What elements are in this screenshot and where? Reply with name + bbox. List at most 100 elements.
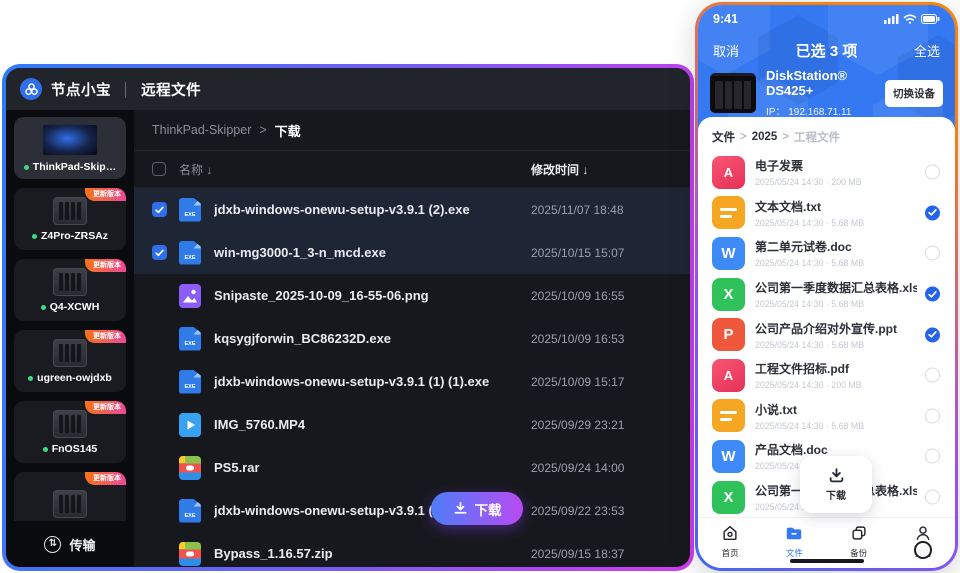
file-row[interactable]: Bypass_1.16.57.zip 2025/09/15 18:37 bbox=[134, 532, 690, 567]
selection-circle[interactable] bbox=[925, 287, 940, 302]
exe-file-icon: EXE bbox=[179, 327, 201, 351]
folder-icon bbox=[785, 524, 803, 544]
exe-file-icon: EXE bbox=[179, 241, 201, 265]
file-meta: 2025/05/24 14:30 · 5.68 MB bbox=[755, 218, 864, 228]
file-name: 文本文档.txt bbox=[755, 198, 864, 215]
pdf-file-icon: A bbox=[712, 156, 745, 189]
file-name: Snipaste_2025-10-09_16-55-06.png bbox=[214, 288, 429, 303]
device-thumbnail bbox=[53, 339, 87, 367]
time-column-header[interactable]: 修改时间 ↓ bbox=[531, 161, 588, 178]
cancel-button[interactable]: 取消 bbox=[713, 41, 757, 60]
selection-circle[interactable] bbox=[925, 165, 940, 180]
breadcrumb-separator: > bbox=[782, 131, 789, 143]
switch-device-button[interactable]: 切换设备 bbox=[885, 80, 943, 107]
exe-file-icon: EXE bbox=[179, 198, 201, 222]
file-modified-time: 2025/10/09 16:55 bbox=[531, 289, 624, 303]
phone-file-item[interactable]: P 公司产品介绍对外宣传.ppt 2025/05/24 14:30 · 5.68… bbox=[712, 314, 941, 355]
file-row[interactable]: EXE jdxb-windows-onewu-setup-v3.9.1 (1) … bbox=[134, 360, 690, 403]
breadcrumb-separator: > bbox=[259, 123, 266, 137]
download-button[interactable]: 下载 bbox=[431, 492, 523, 525]
file-meta: 2025/05/24 14:30 · 5.68 MB bbox=[755, 258, 864, 268]
phone-status-bar: 9:41 bbox=[698, 12, 955, 26]
file-row[interactable]: EXE kqsygjforwin_BC86232D.exe 2025/10/09… bbox=[134, 317, 690, 360]
sidebar-device-card[interactable]: 更新版本 FnOS145 bbox=[14, 401, 126, 463]
floating-download-label: 下载 bbox=[826, 487, 846, 502]
selection-circle[interactable] bbox=[925, 408, 940, 423]
nas-device-image bbox=[710, 73, 756, 113]
device-name: ugreen-owjdxb bbox=[37, 372, 112, 384]
update-version-badge: 更新版本 bbox=[85, 259, 126, 272]
phone-file-item[interactable]: A 工程文件招标.pdf 2025/05/24 14:30 · 200 MB bbox=[712, 355, 941, 396]
desktop-app-window: 节点小宝 │ 远程文件 ThinkPad-Skip… 更新版本 Z4Pro-ZR… bbox=[2, 64, 694, 571]
online-dot-icon bbox=[24, 165, 29, 170]
file-row[interactable]: PS5.rar 2025/09/24 14:00 bbox=[134, 446, 690, 489]
phone-breadcrumb-item[interactable]: 2025 bbox=[752, 131, 778, 143]
selection-circle[interactable] bbox=[925, 327, 940, 342]
device-name: FnOS145 bbox=[52, 443, 98, 455]
file-modified-time: 2025/09/15 18:37 bbox=[531, 547, 624, 561]
phone-file-item[interactable]: A 电子发票 2025/05/24 14:30 · 200 MB bbox=[712, 152, 941, 193]
breadcrumb-separator: > bbox=[740, 131, 747, 143]
sidebar-item-transfer[interactable]: ⇅ 传输 bbox=[6, 521, 134, 567]
phone-file-item[interactable]: X 公司第一季度数据汇总表格.xls 2025/05/24 14:30 · 5.… bbox=[712, 274, 941, 315]
check-icon bbox=[155, 249, 164, 257]
update-version-badge: 更新版本 bbox=[85, 401, 126, 414]
file-name: 第二单元试卷.doc bbox=[755, 238, 864, 255]
selection-circle[interactable] bbox=[925, 205, 940, 220]
file-name: 小说.txt bbox=[755, 401, 864, 418]
file-modified-time: 2025/09/24 14:00 bbox=[531, 461, 624, 475]
file-modified-time: 2025/10/09 15:17 bbox=[531, 375, 624, 389]
file-row[interactable]: IMG_5760.MP4 2025/09/29 23:21 bbox=[134, 403, 690, 446]
file-modified-time: 2025/09/29 23:21 bbox=[531, 418, 624, 432]
file-modified-time: 2025/11/07 18:48 bbox=[531, 203, 624, 217]
name-column-header[interactable]: 名称 ↓ bbox=[179, 161, 212, 178]
file-row[interactable]: EXE win-mg3000-1_3-n_mcd.exe 2025/10/15 … bbox=[134, 231, 690, 274]
file-name: IMG_5760.MP4 bbox=[214, 417, 305, 432]
mp4-file-icon bbox=[179, 413, 201, 437]
phone-file-item[interactable]: 文本文档.txt 2025/05/24 14:30 · 5.68 MB bbox=[712, 193, 941, 234]
check-icon bbox=[155, 206, 164, 214]
txt-file-icon bbox=[712, 399, 745, 432]
sidebar-device-card[interactable]: 更新版本 ugreen-owjdxb bbox=[14, 330, 126, 392]
sidebar-device-card[interactable]: ThinkPad-Skip… bbox=[14, 117, 126, 179]
file-name: PS5.rar bbox=[214, 460, 260, 475]
selection-circle[interactable] bbox=[925, 246, 940, 261]
breadcrumb: ThinkPad-Skipper > 下载 bbox=[134, 110, 690, 150]
ppt-file-icon: P bbox=[712, 318, 745, 351]
selection-circle[interactable] bbox=[925, 449, 940, 464]
file-name: kqsygjforwin_BC86232D.exe bbox=[214, 331, 391, 346]
selection-circle[interactable] bbox=[925, 368, 940, 383]
transfer-label: 传输 bbox=[69, 535, 95, 554]
file-row[interactable]: EXE jdxb-windows-onewu-setup-v3.9.1 (1).… bbox=[134, 489, 690, 532]
select-all-checkbox[interactable] bbox=[152, 162, 166, 176]
xls-file-icon: X bbox=[712, 481, 745, 514]
file-row[interactable]: EXE jdxb-windows-onewu-setup-v3.9.1 (2).… bbox=[134, 188, 690, 231]
row-checkbox[interactable] bbox=[152, 245, 167, 260]
doc-file-icon: W bbox=[712, 237, 745, 270]
file-name: 公司第一季度数据汇总表格.xls bbox=[755, 279, 917, 296]
floating-download-button[interactable]: 下载 bbox=[800, 456, 872, 513]
phone-file-item[interactable]: W 第二单元试卷.doc 2025/05/24 14:30 · 5.68 MB bbox=[712, 233, 941, 274]
online-dot-icon bbox=[43, 447, 48, 452]
signal-icon bbox=[884, 14, 899, 24]
row-checkbox[interactable] bbox=[152, 202, 167, 217]
phone-breadcrumb-item[interactable]: 文件 bbox=[712, 129, 735, 145]
sidebar-device-card[interactable]: 更新版本 Z4Pro-ZRSAz bbox=[14, 188, 126, 250]
home-icon bbox=[721, 524, 739, 544]
file-row[interactable]: Snipaste_2025-10-09_16-55-06.png 2025/10… bbox=[134, 274, 690, 317]
phone-file-item[interactable]: 小说.txt 2025/05/24 14:30 · 5.68 MB bbox=[712, 396, 941, 437]
png-file-icon bbox=[179, 284, 201, 308]
titlebar-divider: │ bbox=[122, 82, 130, 97]
selection-circle[interactable] bbox=[925, 490, 940, 505]
touch-cursor-icon bbox=[914, 541, 932, 559]
file-meta: 2025/05/24 14:30 · 200 MB bbox=[755, 380, 862, 390]
phone-breadcrumb-item[interactable]: 工程文件 bbox=[794, 129, 840, 145]
selection-count-title: 已选 3 项 bbox=[757, 40, 896, 61]
sidebar-device-card[interactable]: 更新版本 Q4-XCWH bbox=[14, 259, 126, 321]
breadcrumb-parent[interactable]: ThinkPad-Skipper bbox=[152, 123, 251, 137]
home-indicator[interactable] bbox=[790, 559, 864, 564]
select-all-button[interactable]: 全选 bbox=[896, 41, 940, 60]
rar-file-icon bbox=[179, 456, 201, 480]
device-ip: IP： 192.168.71.11 bbox=[766, 103, 875, 118]
tab-首页[interactable]: 首页 bbox=[698, 524, 762, 568]
